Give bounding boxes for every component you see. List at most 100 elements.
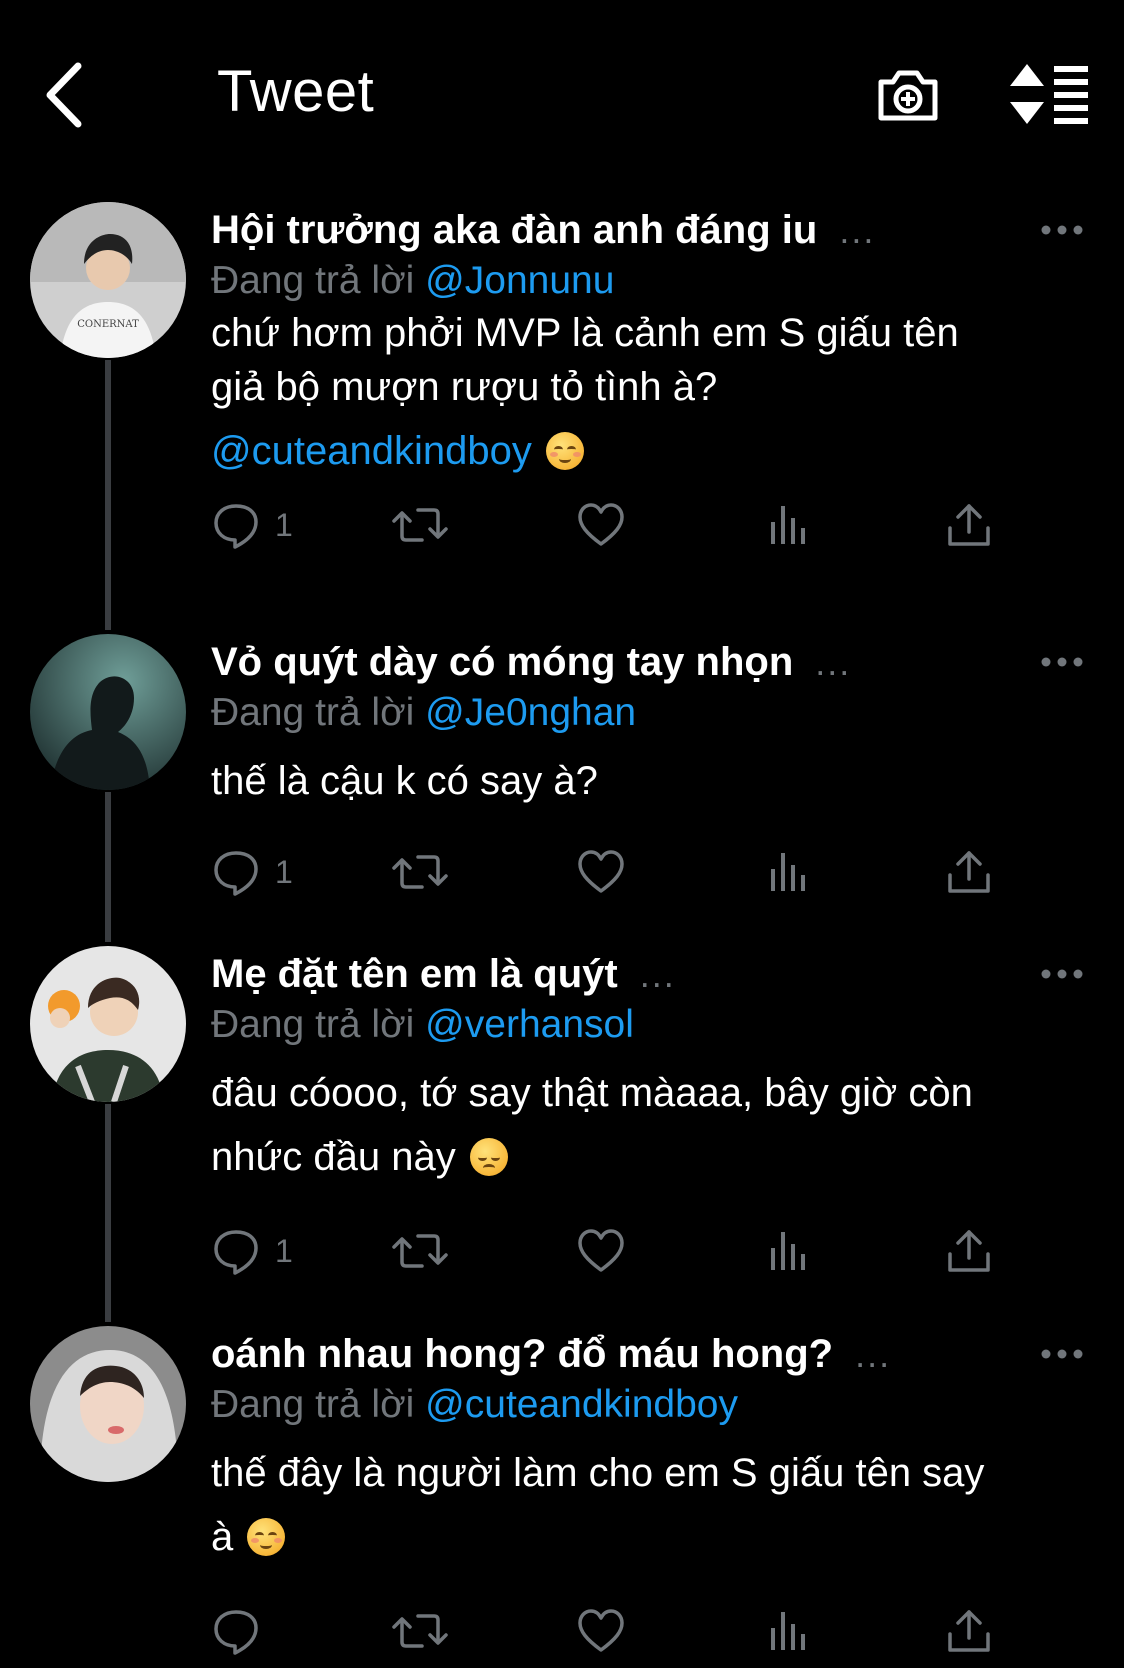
replying-to-mention[interactable]: @Je0nghan	[425, 691, 636, 734]
views-button[interactable]	[763, 1226, 813, 1276]
author-name[interactable]: oánh nhau hong? đổ máu hong?	[211, 1332, 833, 1377]
share-icon	[944, 847, 994, 897]
replying-to-label: Đang trả lời	[211, 1383, 415, 1426]
tweet-text: thế đây là người làm cho em S giấu tên s…	[211, 1446, 984, 1564]
share-icon	[944, 1226, 994, 1276]
more-horizontal-icon	[1041, 969, 1083, 979]
name-truncation: ...	[855, 1334, 892, 1375]
reply-icon	[211, 1226, 261, 1276]
camera-plus-icon	[878, 70, 938, 121]
tweet-text-line: giả bộ mượn rượu tỏ tình à?	[211, 365, 718, 409]
heart-icon	[576, 500, 626, 550]
views-button[interactable]	[763, 847, 813, 897]
retweet-button[interactable]	[392, 1226, 448, 1276]
bar-chart-icon	[763, 1606, 813, 1656]
share-icon	[944, 1606, 994, 1656]
retweet-button[interactable]	[392, 847, 448, 897]
replying-to-label: Đang trả lời	[211, 259, 415, 302]
sort-replies-button[interactable]	[1010, 62, 1090, 126]
tweet-actions: 1	[211, 500, 991, 550]
avatar[interactable]: CONERNAT	[30, 202, 186, 358]
tweet-text-line: thế là cậu k có say à?	[211, 759, 598, 803]
tweet-mention[interactable]: @cuteandkindboy	[211, 429, 532, 473]
share-button[interactable]	[944, 1606, 994, 1656]
like-button[interactable]	[576, 1226, 626, 1276]
more-options-button[interactable]	[1040, 652, 1084, 672]
tweet-text: đâu cóooo, tớ say thật màaaa, bây giờ cò…	[211, 1066, 973, 1184]
reply-button[interactable]: 1	[211, 847, 293, 897]
like-button[interactable]	[576, 1606, 626, 1656]
tweet-text-line: đâu cóooo, tớ say thật màaaa, bây giờ cò…	[211, 1071, 973, 1115]
retweet-button[interactable]	[392, 500, 448, 550]
share-button[interactable]	[944, 847, 994, 897]
like-button[interactable]	[576, 847, 626, 897]
avatar[interactable]	[30, 946, 186, 1102]
thread-line	[105, 1104, 111, 1322]
views-button[interactable]	[763, 500, 813, 550]
reply-icon	[211, 847, 261, 897]
heart-icon	[576, 847, 626, 897]
replying-to-mention[interactable]: @verhansol	[425, 1003, 634, 1046]
reply-button[interactable]: 1	[211, 1226, 293, 1276]
thread-line	[105, 792, 111, 942]
tweet-text-line: thế đây là người làm cho em S giấu tên s…	[211, 1451, 985, 1495]
share-button[interactable]	[944, 1226, 994, 1276]
replying-to: Đang trả lời @cuteandkindboy	[211, 1383, 738, 1427]
heart-icon	[576, 1226, 626, 1276]
replying-to-mention[interactable]: @cuteandkindboy	[425, 1383, 738, 1426]
tweet-thread-screen: Tweet CONERNAT Hội trưởng aka đàn anh đá…	[0, 0, 1124, 1668]
replying-to: Đang trả lời @Je0nghan	[211, 691, 636, 735]
reply-icon	[211, 1606, 261, 1656]
reply-button[interactable]	[211, 1606, 275, 1656]
svg-text:CONERNAT: CONERNAT	[77, 319, 139, 330]
more-options-button[interactable]	[1040, 964, 1084, 984]
author-row: oánh nhau hong? đổ máu hong? ...	[211, 1332, 891, 1377]
author-row: Mẹ đặt tên em là quýt ...	[211, 952, 676, 997]
share-icon	[944, 500, 994, 550]
name-truncation: ...	[639, 954, 676, 995]
bar-chart-icon	[763, 1226, 813, 1276]
tweet-text: chứ hơm phởi MVP là cảnh em S giấu tên g…	[211, 306, 959, 478]
avatar[interactable]	[30, 1326, 186, 1482]
tweet-text-line: chứ hơm phởi MVP là cảnh em S giấu tên	[211, 311, 959, 355]
pensive-face-icon	[469, 1138, 508, 1176]
thread-line	[105, 360, 111, 630]
back-button[interactable]	[40, 60, 100, 130]
page-title: Tweet	[217, 59, 375, 124]
reply-count: 1	[275, 506, 293, 543]
reply-icon	[211, 500, 261, 550]
more-horizontal-icon	[1041, 657, 1083, 667]
tweet-text: thế là cậu k có say à?	[211, 754, 598, 808]
chevron-left-icon	[46, 62, 82, 128]
tweet-text-fragment: à	[211, 1515, 234, 1559]
top-bar: Tweet	[0, 0, 1124, 190]
name-truncation: ...	[815, 642, 852, 683]
views-button[interactable]	[763, 1606, 813, 1656]
reply-count: 1	[275, 853, 293, 890]
replying-to-label: Đang trả lời	[211, 691, 415, 734]
add-photo-button[interactable]	[875, 62, 941, 128]
replying-to: Đang trả lời @verhansol	[211, 1003, 634, 1047]
retweet-button[interactable]	[392, 1606, 448, 1656]
bar-chart-icon	[763, 500, 813, 550]
more-options-button[interactable]	[1040, 1344, 1084, 1364]
tweet-text-line: @cuteandkindboy	[211, 424, 959, 478]
avatar[interactable]	[30, 634, 186, 790]
more-options-button[interactable]	[1040, 220, 1084, 240]
smiling-face-icon	[545, 432, 584, 470]
author-name[interactable]: Mẹ đặt tên em là quýt	[211, 952, 618, 997]
tweet-text-line: nhức đầu này	[211, 1130, 973, 1184]
reply-count: 1	[275, 1232, 293, 1269]
smiling-face-icon	[247, 1518, 286, 1556]
reply-button[interactable]: 1	[211, 500, 293, 550]
sort-icon	[1010, 64, 1088, 124]
share-button[interactable]	[944, 500, 994, 550]
author-name[interactable]: Hội trưởng aka đàn anh đáng iu	[211, 208, 817, 253]
tweet-actions	[211, 1606, 991, 1656]
author-row: Hội trưởng aka đàn anh đáng iu ...	[211, 208, 875, 253]
replying-to-mention[interactable]: @Jonnunu	[425, 259, 614, 302]
like-button[interactable]	[576, 500, 626, 550]
retweet-icon	[392, 500, 448, 550]
author-name[interactable]: Vỏ quýt dày có móng tay nhọn	[211, 640, 793, 685]
name-truncation: ...	[839, 210, 876, 251]
